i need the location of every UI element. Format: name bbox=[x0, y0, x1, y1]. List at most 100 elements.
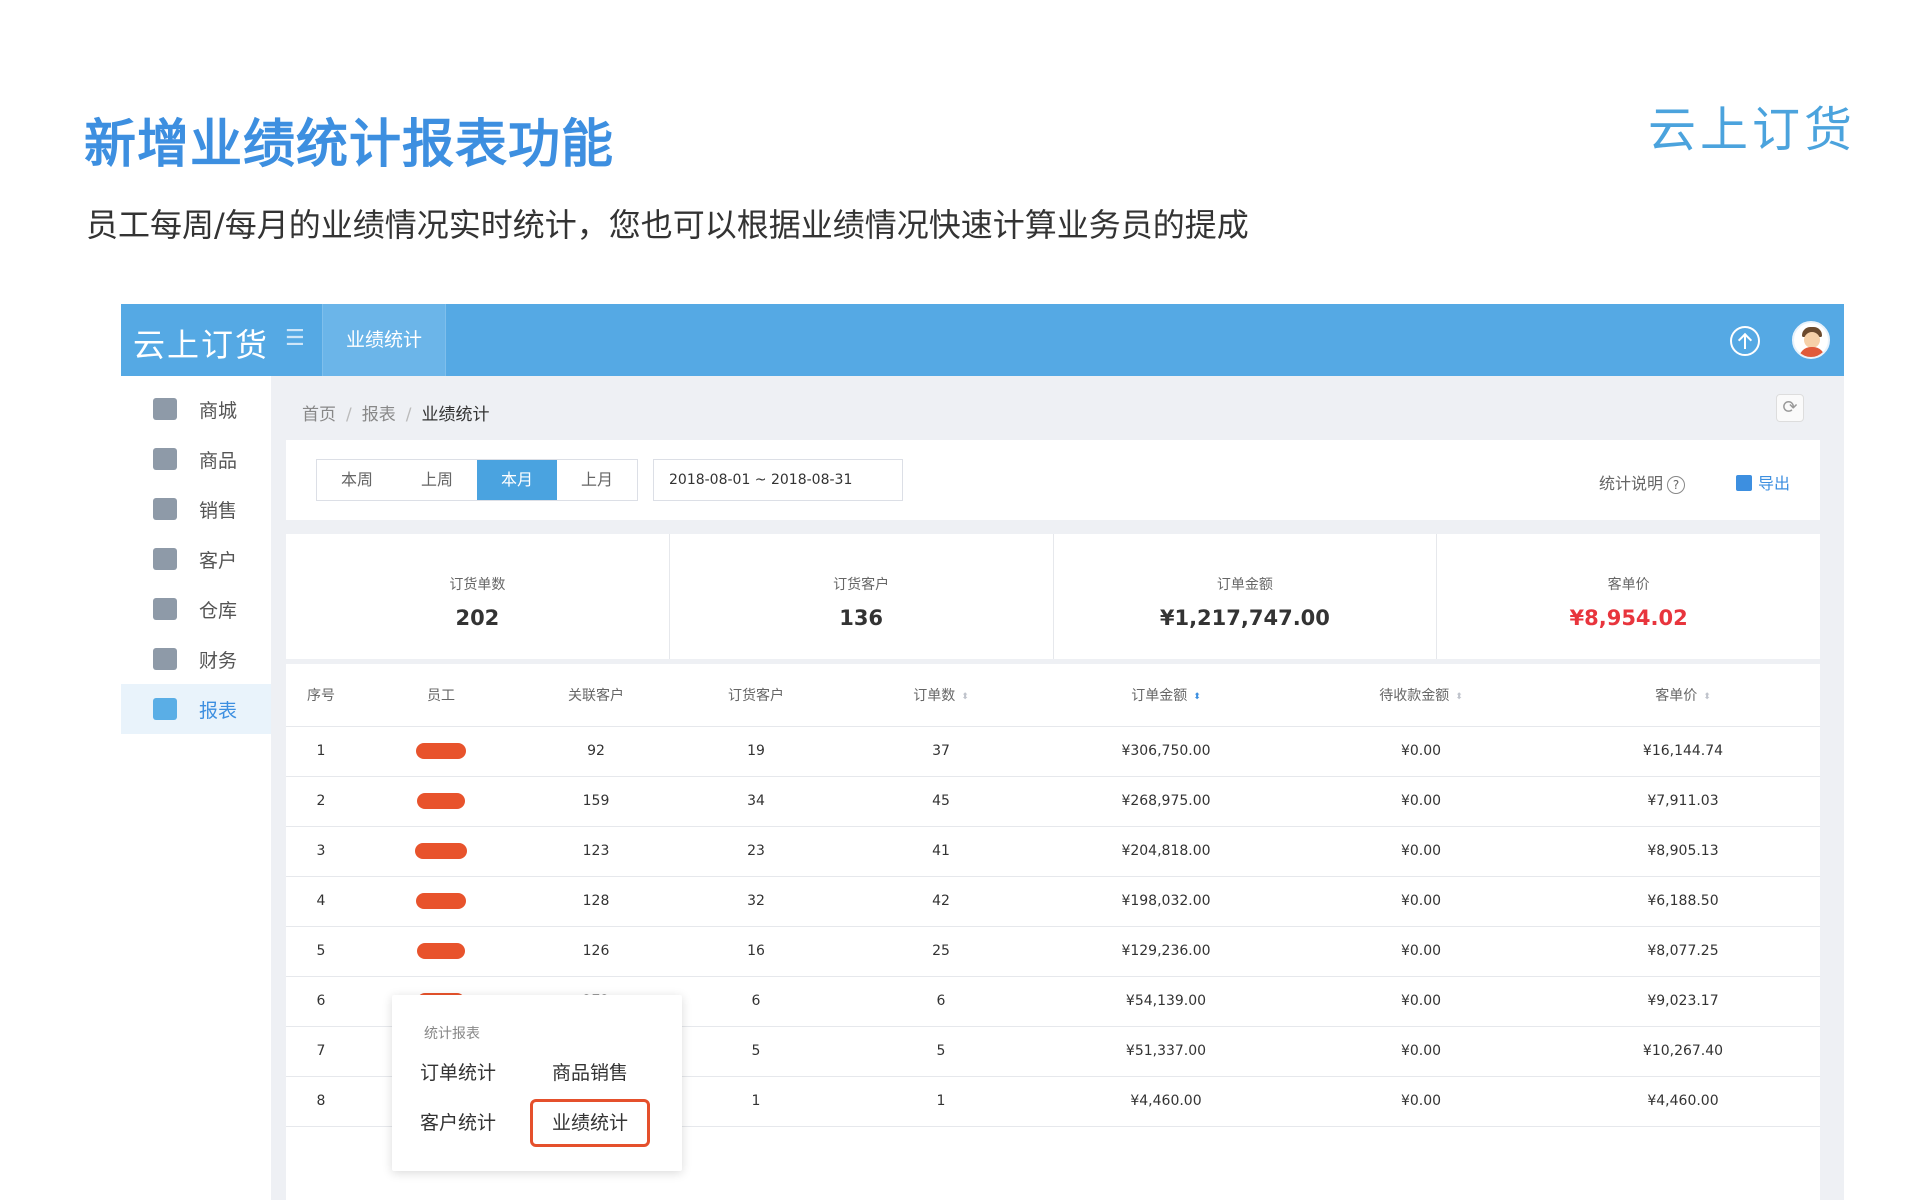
money-bag-icon bbox=[153, 648, 177, 670]
cell-avg-price: ¥8,077.25 bbox=[1546, 926, 1820, 977]
card-label: 订单金额 bbox=[1216, 577, 1273, 593]
cell-no: 7 bbox=[286, 1026, 356, 1077]
menu-item-customer-stats[interactable]: 客户统计 bbox=[398, 1099, 518, 1147]
menu-item-performance-stats[interactable]: 业绩统计 bbox=[530, 1099, 650, 1147]
col-header-ordering-customers: 订货客户 bbox=[666, 664, 846, 727]
card-label: 客单价 bbox=[1607, 577, 1650, 593]
cell-receivable: ¥0.00 bbox=[1296, 976, 1546, 1027]
cell-receivable: ¥0.00 bbox=[1296, 876, 1546, 927]
table-header-row: 序号 员工 关联客户 订货客户 订单数 ⬍ 订单金额 ⬍ 待收款金额 ⬍ 客单价 ⬍ bbox=[286, 664, 1820, 727]
cell-avg-price: ¥10,267.40 bbox=[1546, 1026, 1820, 1077]
sidebar-item-label: 仓库 bbox=[199, 599, 238, 622]
cell-amount: ¥54,139.00 bbox=[1036, 976, 1296, 1027]
sidebar-item-finance[interactable]: 财务 bbox=[121, 634, 271, 684]
app-window: 云上订货 ☰ 业绩统计 商城 商品 销售 客户 仓库 财务 报表 首页 / 报表… bbox=[121, 304, 1844, 1200]
breadcrumb-reports[interactable]: 报表 bbox=[362, 405, 396, 425]
cell-orders: 45 bbox=[846, 776, 1036, 827]
col-header-amount[interactable]: 订单金额 ⬍ bbox=[1036, 664, 1296, 727]
cell-avg-price: ¥4,460.00 bbox=[1546, 1076, 1820, 1127]
sort-icon[interactable]: ⬍ bbox=[1703, 692, 1711, 702]
cell-orders: 37 bbox=[846, 726, 1036, 777]
cell-ordering-customers: 32 bbox=[666, 876, 846, 927]
redacted-name bbox=[417, 793, 465, 809]
period-this-week-button[interactable]: 本周 bbox=[317, 460, 397, 500]
col-header-receivable[interactable]: 待收款金额 ⬍ bbox=[1296, 664, 1546, 727]
cell-no: 3 bbox=[286, 826, 356, 877]
chart-icon bbox=[153, 698, 177, 720]
cell-no: 2 bbox=[286, 776, 356, 827]
cell-related-customers: 159 bbox=[526, 776, 666, 827]
bag-icon bbox=[153, 448, 177, 470]
redacted-name bbox=[417, 943, 465, 959]
cell-ordering-customers: 6 bbox=[666, 976, 846, 1027]
avatar[interactable] bbox=[1792, 321, 1830, 359]
date-range-input[interactable]: 2018-08-01 ~ 2018-08-31 bbox=[653, 459, 903, 501]
cell-ordering-customers: 23 bbox=[666, 826, 846, 877]
avatar-body bbox=[1799, 347, 1825, 357]
table-row: 1 92 19 37 ¥306,750.00 ¥0.00 ¥16,144.74 bbox=[286, 726, 1820, 777]
col-header-orders[interactable]: 订单数 ⬍ bbox=[846, 664, 1036, 727]
top-bar: 云上订货 ☰ 业绩统计 bbox=[121, 304, 1844, 376]
menu-item-product-sales[interactable]: 商品销售 bbox=[530, 1049, 650, 1097]
export-button[interactable]: 导出 bbox=[1735, 470, 1790, 494]
sort-icon[interactable]: ⬍ bbox=[961, 692, 969, 702]
excel-icon bbox=[1735, 475, 1752, 491]
sidebar-item-label: 商品 bbox=[199, 449, 238, 472]
upload-icon[interactable] bbox=[1730, 326, 1760, 356]
cell-employee bbox=[356, 826, 526, 877]
cell-amount: ¥198,032.00 bbox=[1036, 876, 1296, 927]
sort-icon[interactable]: ⬍ bbox=[1193, 692, 1201, 702]
sidebar-item-store[interactable]: 商城 bbox=[121, 384, 271, 434]
summary-card-orders: 订货单数 202 bbox=[286, 534, 670, 659]
col-header-avg-price[interactable]: 客单价 ⬍ bbox=[1546, 664, 1820, 727]
cell-related-customers: 128 bbox=[526, 876, 666, 927]
dropdown-title: 统计报表 bbox=[424, 1026, 480, 1042]
period-last-week-button[interactable]: 上周 bbox=[397, 460, 477, 500]
cell-employee bbox=[356, 726, 526, 777]
app-logo[interactable]: 云上订货 bbox=[133, 320, 269, 366]
reports-dropdown: 统计报表 订单统计 商品销售 客户统计 业绩统计 bbox=[392, 995, 682, 1171]
cell-no: 4 bbox=[286, 876, 356, 927]
cell-receivable: ¥0.00 bbox=[1296, 926, 1546, 977]
menu-icon[interactable]: ☰ bbox=[285, 326, 307, 352]
cell-orders: 6 bbox=[846, 976, 1036, 1027]
avatar-face bbox=[1804, 332, 1820, 348]
menu-item-order-stats[interactable]: 订单统计 bbox=[398, 1049, 518, 1097]
sort-icon[interactable]: ⬍ bbox=[1455, 692, 1463, 702]
cell-no: 5 bbox=[286, 926, 356, 977]
slide-title: 新增业绩统计报表功能 bbox=[84, 115, 615, 175]
cell-related-customers: 126 bbox=[526, 926, 666, 977]
cell-ordering-customers: 5 bbox=[666, 1026, 846, 1077]
redacted-name bbox=[416, 743, 466, 759]
table-row: 2 159 34 45 ¥268,975.00 ¥0.00 ¥7,911.03 bbox=[286, 776, 1820, 827]
sidebar-item-warehouse[interactable]: 仓库 bbox=[121, 584, 271, 634]
sidebar-item-label: 财务 bbox=[199, 649, 238, 672]
sidebar-item-sales[interactable]: 销售 bbox=[121, 484, 271, 534]
sidebar-item-label: 客户 bbox=[199, 549, 238, 572]
sidebar-item-reports[interactable]: 报表 bbox=[121, 684, 271, 734]
cell-ordering-customers: 16 bbox=[666, 926, 846, 977]
col-header-related-customers: 关联客户 bbox=[526, 664, 666, 727]
cell-receivable: ¥0.00 bbox=[1296, 1076, 1546, 1127]
col-header-label: 订单数 bbox=[913, 687, 956, 704]
cell-orders: 5 bbox=[846, 1026, 1036, 1077]
cell-no: 1 bbox=[286, 726, 356, 777]
warehouse-icon bbox=[153, 598, 177, 620]
building-icon bbox=[153, 548, 177, 570]
tab-performance-stats[interactable]: 业绩统计 bbox=[323, 304, 445, 376]
refresh-icon[interactable]: ⟳ bbox=[1776, 394, 1804, 422]
cell-avg-price: ¥7,911.03 bbox=[1546, 776, 1820, 827]
cell-receivable: ¥0.00 bbox=[1296, 1026, 1546, 1077]
period-last-month-button[interactable]: 上月 bbox=[557, 460, 637, 500]
breadcrumb: 首页 / 报表 / 业绩统计 bbox=[302, 400, 489, 425]
period-this-month-button[interactable]: 本月 bbox=[477, 460, 557, 500]
cell-orders: 25 bbox=[846, 926, 1036, 977]
breadcrumb-current: 业绩统计 bbox=[421, 405, 490, 425]
sidebar-item-products[interactable]: 商品 bbox=[121, 434, 271, 484]
table-row: 4 128 32 42 ¥198,032.00 ¥0.00 ¥6,188.50 bbox=[286, 876, 1820, 927]
sidebar-item-customers[interactable]: 客户 bbox=[121, 534, 271, 584]
col-header-label: 客单价 bbox=[1655, 687, 1698, 704]
breadcrumb-separator: / bbox=[346, 405, 352, 425]
stat-help-link[interactable]: 统计说明? bbox=[1599, 470, 1685, 494]
breadcrumb-home[interactable]: 首页 bbox=[302, 405, 336, 425]
